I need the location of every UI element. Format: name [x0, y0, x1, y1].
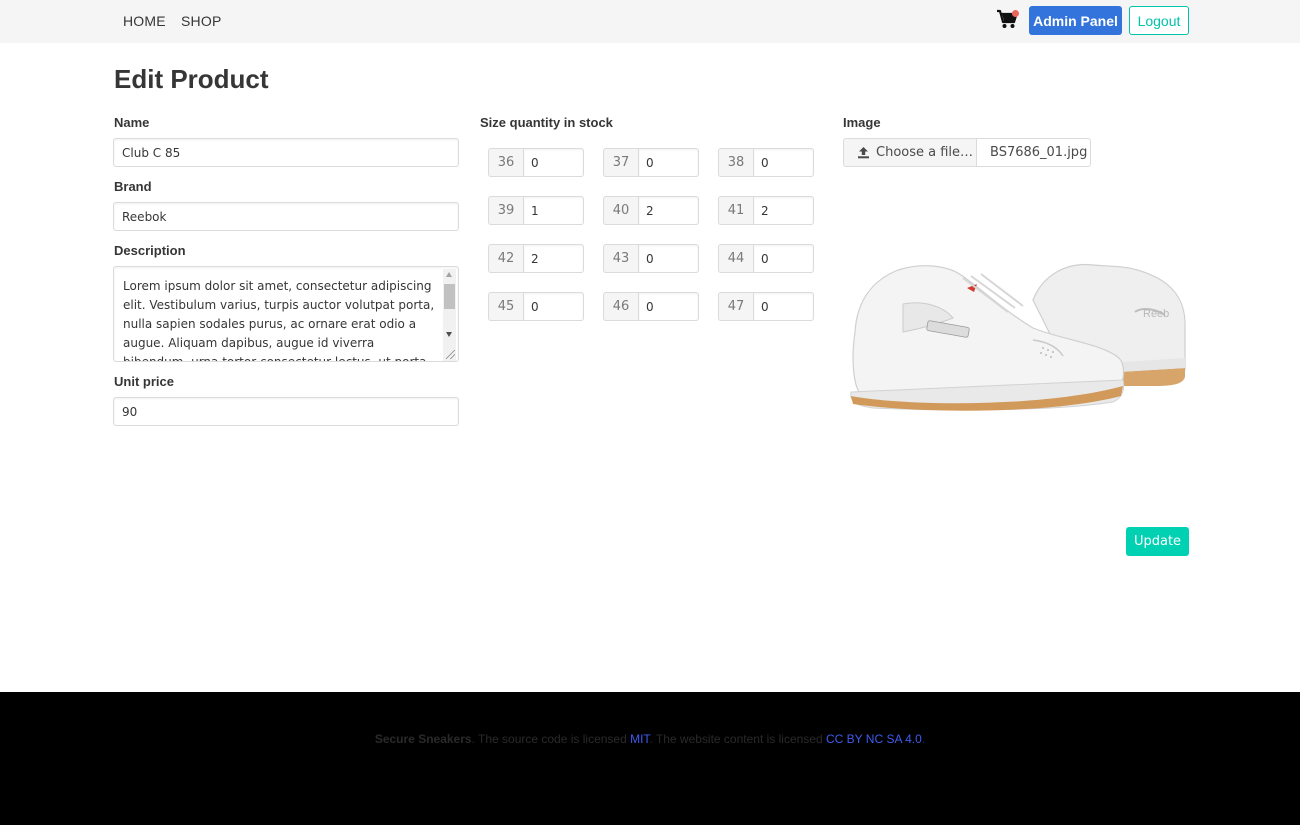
size-field-39: 39 1	[488, 196, 584, 225]
size-field-36: 36 0	[488, 148, 584, 177]
sizes-label: Size quantity in stock	[480, 115, 613, 130]
size-qty-input[interactable]: 2	[523, 244, 584, 273]
size-field-43: 43 0	[603, 244, 699, 273]
size-qty-input[interactable]: 0	[523, 148, 584, 177]
update-button[interactable]: Update	[1126, 527, 1189, 556]
choose-file-button[interactable]: Choose a file…	[843, 138, 977, 167]
description-label: Description	[114, 243, 186, 258]
scroll-thumb[interactable]	[444, 284, 455, 309]
description-scrollbar[interactable]	[443, 269, 456, 361]
page-title: Edit Product	[114, 64, 269, 94]
logout-button[interactable]: Logout	[1129, 6, 1189, 35]
size-field-46: 46 0	[603, 292, 699, 321]
shopping-cart-icon[interactable]	[996, 9, 1022, 33]
size-qty-input[interactable]: 2	[638, 196, 699, 225]
name-input[interactable]: Club C 85	[113, 138, 459, 167]
size-qty-input[interactable]: 0	[753, 148, 814, 177]
upload-icon	[858, 147, 869, 159]
size-qty-input[interactable]: 0	[753, 244, 814, 273]
scroll-up-icon[interactable]	[446, 272, 452, 277]
size-label: 44	[718, 244, 753, 273]
unit-price-input[interactable]: 90	[113, 397, 459, 426]
size-label: 46	[603, 292, 638, 321]
size-qty-input[interactable]: 1	[523, 196, 584, 225]
footer: Secure Sneakers. The source code is lice…	[0, 692, 1300, 825]
footer-text-3: .	[921, 732, 926, 746]
cc-license-link[interactable]: CC BY NC SA 4.0	[826, 732, 922, 746]
size-label: 43	[603, 244, 638, 273]
brand-label: Brand	[114, 179, 152, 194]
admin-panel-button[interactable]: Admin Panel	[1029, 6, 1122, 35]
name-label: Name	[114, 115, 150, 130]
unit-price-label: Unit price	[114, 374, 174, 389]
size-qty-input[interactable]: 2	[753, 196, 814, 225]
size-qty-input[interactable]: 0	[638, 292, 699, 321]
size-field-44: 44 0	[718, 244, 814, 273]
size-field-37: 37 0	[603, 148, 699, 177]
size-field-41: 41 2	[718, 196, 814, 225]
footer-text-1: . The source code is licensed	[471, 732, 631, 746]
navbar: HOME SHOP Admin Panel Logout	[0, 0, 1300, 43]
product-image: Reeb	[850, 263, 1186, 411]
description-text: Lorem ipsum dolor sit amet, consectetur …	[123, 279, 435, 362]
image-label: Image	[843, 115, 881, 130]
svg-text:Reeb: Reeb	[1143, 308, 1169, 320]
size-qty-input[interactable]: 0	[753, 292, 814, 321]
size-field-45: 45 0	[488, 292, 584, 321]
size-label: 37	[603, 148, 638, 177]
size-qty-input[interactable]: 0	[638, 148, 699, 177]
brand-input[interactable]: Reebok	[113, 202, 459, 231]
size-field-38: 38 0	[718, 148, 814, 177]
size-qty-input[interactable]: 0	[523, 292, 584, 321]
size-label: 36	[488, 148, 523, 177]
size-field-47: 47 0	[718, 292, 814, 321]
size-label: 39	[488, 196, 523, 225]
footer-text: Secure Sneakers. The source code is lice…	[0, 732, 1300, 746]
size-label: 38	[718, 148, 753, 177]
size-label: 47	[718, 292, 753, 321]
description-textarea[interactable]: Lorem ipsum dolor sit amet, consectetur …	[113, 266, 459, 362]
size-qty-input[interactable]: 0	[638, 244, 699, 273]
nav-home-link[interactable]: HOME	[123, 13, 166, 29]
mit-license-link[interactable]: MIT	[630, 732, 649, 746]
size-label: 41	[718, 196, 753, 225]
scroll-down-icon[interactable]	[446, 332, 452, 337]
size-label: 40	[603, 196, 638, 225]
cart-badge	[1012, 10, 1019, 17]
nav-shop-link[interactable]: SHOP	[181, 13, 221, 29]
file-name-display: BS7686_01.jpg	[976, 138, 1091, 167]
resize-grip-icon[interactable]	[446, 350, 455, 359]
footer-text-2: . The website content is licensed	[649, 732, 826, 746]
footer-brand: Secure Sneakers	[374, 732, 472, 746]
size-label: 42	[488, 244, 523, 273]
size-label: 45	[488, 292, 523, 321]
choose-file-label: Choose a file…	[876, 145, 974, 160]
size-field-42: 42 2	[488, 244, 584, 273]
size-field-40: 40 2	[603, 196, 699, 225]
